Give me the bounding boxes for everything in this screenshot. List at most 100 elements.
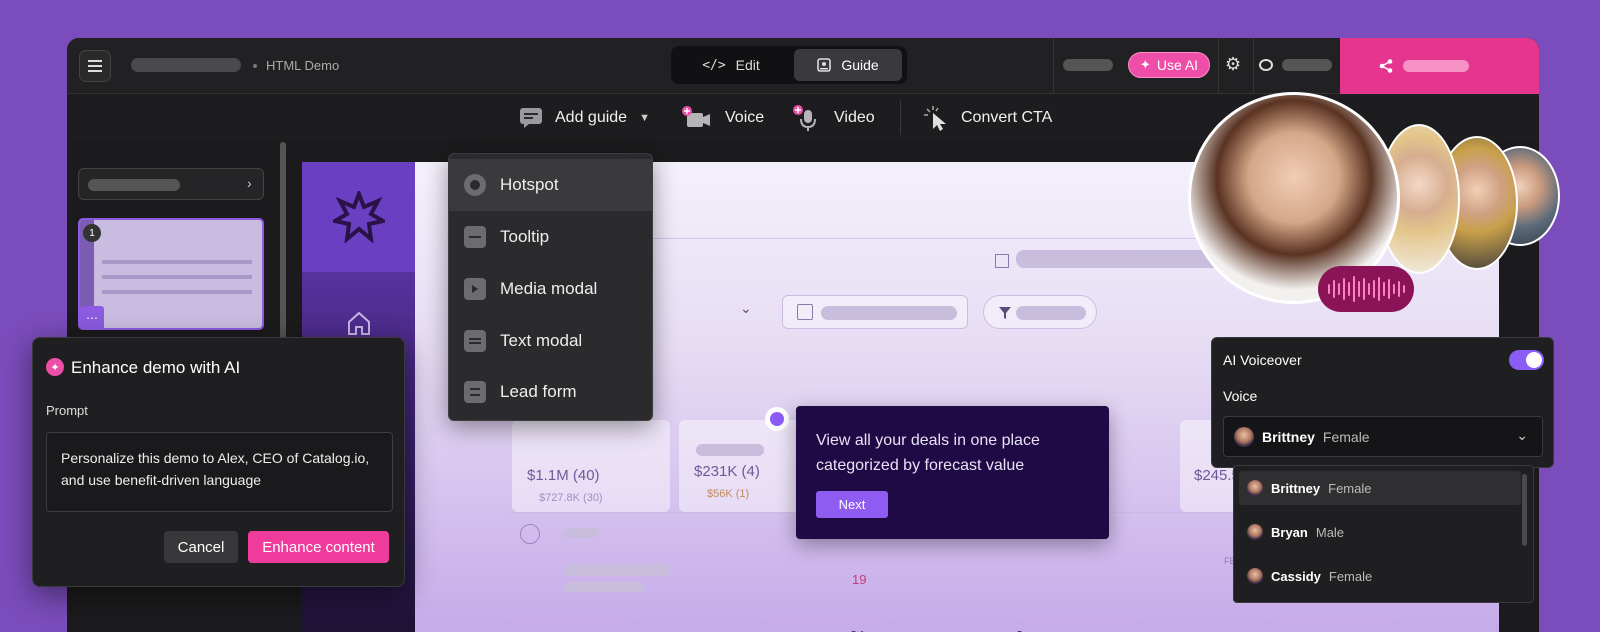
voice-option[interactable]: Cassidy Female <box>1239 559 1521 593</box>
step-number-badge: 1 <box>83 224 101 242</box>
video-camera-icon <box>682 106 710 127</box>
filter-placeholder <box>1016 306 1086 320</box>
date-placeholder <box>821 306 957 320</box>
card-subvalue: $56K (1) <box>707 488 750 500</box>
sidebar-scrollbar[interactable] <box>280 142 286 342</box>
cancel-button[interactable]: Cancel <box>164 531 238 563</box>
menu-item-text-modal[interactable]: Text modal <box>449 315 652 367</box>
mode-toggle: </> Edit Guide <box>671 46 907 84</box>
use-ai-button[interactable]: ✦ Use AI <box>1128 52 1210 78</box>
menu-item-label: Tooltip <box>500 227 550 246</box>
thumb-row <box>102 275 252 279</box>
table-cell: 19 <box>852 572 867 587</box>
voice-option-name: Cassidy <box>1271 568 1321 584</box>
status-placeholder[interactable] <box>1063 59 1113 71</box>
text-modal-icon <box>464 330 486 352</box>
starburst-logo-icon <box>332 191 385 243</box>
top-bar: HTML Demo </> Edit Guide ✦ Use AI ⚙ <box>67 38 1539 94</box>
ai-sparkle-icon: ✦ <box>46 358 64 376</box>
voice-option[interactable]: Brittney Female <box>1239 471 1521 505</box>
table-cell: - <box>938 628 942 632</box>
step-thumbnail[interactable]: 1 ⋯ <box>78 218 264 330</box>
next-button[interactable]: Next <box>816 491 888 518</box>
menu-item-label: Lead form <box>500 382 577 401</box>
share-label-placeholder <box>1403 60 1469 72</box>
column-header-placeholder <box>564 528 600 538</box>
settings-gear-icon[interactable]: ⚙ <box>1225 54 1241 75</box>
enhance-content-button[interactable]: Enhance content <box>248 531 389 563</box>
selected-voice-name: Brittney <box>1262 428 1315 445</box>
chapter-selector[interactable]: › <box>78 168 264 200</box>
breadcrumb-placeholder[interactable] <box>131 58 241 72</box>
media-modal-icon <box>464 278 486 300</box>
chapter-name-placeholder <box>88 179 180 191</box>
voice-option-name: Brittney <box>1271 480 1321 496</box>
thumb-row <box>102 260 252 264</box>
filter-icon <box>999 307 1011 319</box>
divider <box>900 101 901 135</box>
table-cell: 3 <box>1016 628 1023 632</box>
prompt-textarea[interactable]: Personalize this demo to Alex, CEO of Ca… <box>46 432 393 512</box>
avatar <box>1247 568 1263 584</box>
menu-item-tooltip[interactable]: Tooltip <box>449 211 652 263</box>
chevron-right-icon: › <box>247 175 252 191</box>
tooltip-icon <box>464 226 486 248</box>
preview-eye-icon[interactable] <box>1259 59 1273 71</box>
add-guide-button[interactable]: Add guide ▼ <box>519 104 650 132</box>
chevron-down-icon[interactable]: ⌄ <box>740 300 752 317</box>
guide-label: Guide <box>841 57 879 73</box>
voice-button[interactable]: Voice <box>681 104 764 132</box>
voiceover-toggle[interactable] <box>1509 350 1544 370</box>
menu-item-hotspot[interactable]: Hotspot <box>449 159 652 211</box>
date-filter[interactable] <box>782 295 968 329</box>
expand-icon[interactable] <box>520 524 540 544</box>
video-button[interactable]: Video <box>792 104 875 132</box>
share-button[interactable] <box>1340 38 1539 94</box>
guide-type-menu: Hotspot Tooltip Media modal Text modal L… <box>448 153 653 421</box>
card-value: $231K (4) <box>694 463 760 480</box>
prompt-label: Prompt <box>46 403 88 418</box>
voice-option[interactable]: Bryan Male <box>1239 515 1521 549</box>
share-icon <box>1379 59 1393 73</box>
guide-tab[interactable]: Guide <box>794 49 902 81</box>
hamburger-icon <box>88 60 102 72</box>
add-guide-label: Add guide <box>555 109 628 126</box>
filter-button[interactable] <box>983 295 1097 329</box>
convert-cta-button[interactable]: Convert CTA <box>923 104 1052 132</box>
divider <box>1218 38 1219 94</box>
caret-down-icon: ▼ <box>639 112 650 124</box>
voiceover-title: AI Voiceover <box>1223 352 1302 368</box>
demo-logo <box>302 162 415 272</box>
menu-item-media-modal[interactable]: Media modal <box>449 263 652 315</box>
thumb-row <box>102 290 252 294</box>
table-cell: 34 <box>850 628 864 632</box>
menu-button[interactable] <box>79 50 111 82</box>
edit-label: Edit <box>735 57 760 73</box>
row-label-placeholder <box>564 582 644 592</box>
menu-item-label: Media modal <box>500 279 598 298</box>
ai-voiceover-panel: AI Voiceover Voice Brittney Female ⌄ <box>1211 337 1554 468</box>
menu-item-lead-form[interactable]: Lead form <box>449 366 652 418</box>
hotspot-beacon[interactable] <box>765 407 789 431</box>
home-icon[interactable] <box>346 310 372 336</box>
avatar <box>1247 480 1263 496</box>
breadcrumb-current: HTML Demo <box>266 58 340 73</box>
voice-option-name: Bryan <box>1271 524 1308 540</box>
preview-placeholder[interactable] <box>1282 59 1332 71</box>
lead-form-icon <box>464 381 486 403</box>
step-more-button[interactable]: ⋯ <box>80 306 104 328</box>
sparkle-icon: ✦ <box>1139 57 1151 72</box>
voice-select[interactable]: Brittney Female ⌄ <box>1223 416 1543 457</box>
voice-list-scrollbar[interactable] <box>1522 474 1527 546</box>
edit-tab[interactable]: </> Edit <box>674 49 788 81</box>
convert-cta-label: Convert CTA <box>961 109 1053 126</box>
guide-icon <box>817 58 832 72</box>
dialog-title: Enhance demo with AI <box>71 358 241 377</box>
chevron-down-icon: ⌄ <box>1516 427 1528 443</box>
voice-label: Voice <box>1223 388 1258 404</box>
calendar-icon <box>797 304 813 320</box>
video-label: Video <box>834 109 875 126</box>
card-subvalue: $727.8K (30) <box>539 492 603 504</box>
voice-option-gender: Female <box>1328 568 1373 584</box>
voice-waveform-icon <box>1318 266 1414 312</box>
